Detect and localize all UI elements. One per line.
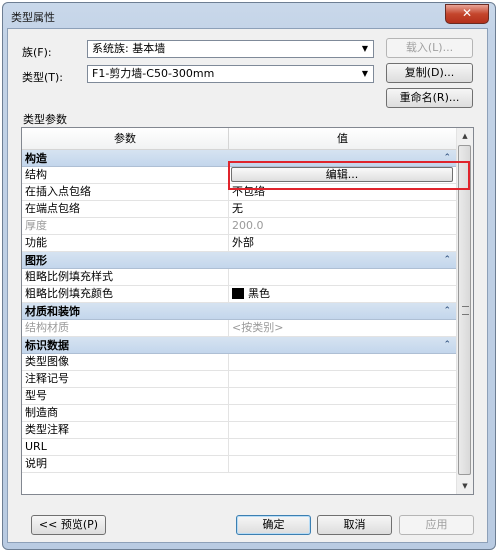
- scroll-thumb[interactable]: [458, 145, 471, 475]
- property-name: 结构材质: [22, 320, 229, 336]
- grid-rows: 构造 ⌃ 结构 编辑... 在插入点包络 不包络 在端点包络无厚度 200.0 功能 外部 图形 ⌃ 粗…: [22, 150, 457, 473]
- property-value[interactable]: [229, 269, 457, 285]
- property-value[interactable]: [229, 388, 457, 404]
- property-row[interactable]: 型号: [22, 388, 457, 405]
- property-row[interactable]: 类型图像: [22, 354, 457, 371]
- group-header[interactable]: 材质和装饰 ⌃: [22, 303, 457, 320]
- duplicate-button[interactable]: 复制(D)...: [386, 63, 473, 83]
- title-bar[interactable]: 类型属性 ✕: [3, 3, 495, 29]
- property-row[interactable]: 在端点包络无: [22, 201, 457, 218]
- property-value-text: 外部: [232, 236, 254, 249]
- property-row[interactable]: 厚度 200.0: [22, 218, 457, 235]
- chevron-down-icon: ▼: [361, 44, 369, 53]
- property-value-text: 不包络: [232, 185, 265, 198]
- property-value[interactable]: [229, 456, 457, 472]
- property-name: 粗略比例填充样式: [22, 269, 229, 285]
- property-row[interactable]: 类型注释: [22, 422, 457, 439]
- property-value-text: 黑色: [248, 287, 270, 300]
- scroll-down-icon[interactable]: ▼: [457, 478, 473, 494]
- property-name: 在端点包络: [22, 201, 229, 217]
- family-select-value: 系统族: 基本墙: [92, 42, 166, 55]
- group-name: 构造: [25, 152, 47, 165]
- column-header-param[interactable]: 参数: [22, 128, 229, 150]
- property-row[interactable]: URL: [22, 439, 457, 456]
- property-name: 类型图像: [22, 354, 229, 370]
- properties-grid: 参数 值 构造 ⌃ 结构 编辑... 在插入点包络 不包络 在端点包络无厚度 200.0 功能外…: [21, 127, 474, 495]
- cancel-button[interactable]: 取消: [317, 515, 392, 535]
- family-select[interactable]: 系统族: 基本墙 ▼: [87, 40, 374, 58]
- property-row[interactable]: 粗略比例填充样式: [22, 269, 457, 286]
- ok-button[interactable]: 确定: [236, 515, 311, 535]
- property-name: 在插入点包络: [22, 184, 229, 200]
- scroll-up-icon[interactable]: ▲: [457, 128, 473, 144]
- property-value[interactable]: 黑色: [229, 286, 457, 302]
- property-value[interactable]: <按类别>: [229, 320, 457, 336]
- property-name: URL: [22, 439, 229, 455]
- property-name: 说明: [22, 456, 229, 472]
- property-value-text: <按类别>: [232, 321, 284, 334]
- type-select[interactable]: F1-剪力墙-C50-300mm ▼: [87, 65, 374, 83]
- property-value[interactable]: [229, 371, 457, 387]
- group-name: 标识数据: [25, 339, 69, 352]
- collapse-icon[interactable]: ⌃: [443, 252, 451, 269]
- property-row[interactable]: 功能 外部: [22, 235, 457, 252]
- property-row[interactable]: 粗略比例填充颜色 黑色: [22, 286, 457, 303]
- property-value[interactable]: 外部: [229, 235, 457, 251]
- property-row[interactable]: 结构材质 <按类别>: [22, 320, 457, 337]
- collapse-icon[interactable]: ⌃: [443, 303, 451, 320]
- property-name: 制造商: [22, 405, 229, 421]
- property-value[interactable]: [229, 439, 457, 455]
- vertical-scrollbar[interactable]: ▲ ▼: [456, 128, 473, 494]
- property-row[interactable]: 说明: [22, 456, 457, 473]
- property-name: 类型注释: [22, 422, 229, 438]
- property-row[interactable]: 注释记号: [22, 371, 457, 388]
- grip-icon: [462, 306, 469, 315]
- property-name: 注释记号: [22, 371, 229, 387]
- grid-header: 参数 值: [22, 128, 457, 150]
- color-swatch: [232, 288, 244, 299]
- property-name: 粗略比例填充颜色: [22, 286, 229, 302]
- load-button[interactable]: 载入(L)...: [386, 38, 473, 58]
- column-header-value[interactable]: 值: [229, 128, 457, 150]
- property-value-text: 200.0: [232, 219, 264, 232]
- group-header[interactable]: 图形 ⌃: [22, 252, 457, 269]
- type-label: 类型(T):: [22, 71, 64, 84]
- property-value[interactable]: [229, 354, 457, 370]
- apply-button[interactable]: 应用: [399, 515, 474, 535]
- property-value[interactable]: 不包络: [229, 184, 457, 200]
- property-row[interactable]: 结构 编辑...: [22, 167, 457, 184]
- group-name: 材质和装饰: [25, 305, 80, 318]
- property-value[interactable]: 无: [229, 201, 457, 217]
- property-value[interactable]: [229, 422, 457, 438]
- chevron-down-icon: ▼: [361, 69, 369, 78]
- collapse-icon[interactable]: ⌃: [443, 150, 451, 167]
- rename-button[interactable]: 重命名(R)...: [386, 88, 473, 108]
- edit-structure-button[interactable]: 编辑...: [231, 167, 453, 182]
- property-name: 功能: [22, 235, 229, 251]
- property-value-text: 无: [232, 202, 243, 215]
- group-header[interactable]: 构造 ⌃: [22, 150, 457, 167]
- property-row[interactable]: 制造商: [22, 405, 457, 422]
- property-row[interactable]: 在插入点包络 不包络: [22, 184, 457, 201]
- collapse-icon[interactable]: ⌃: [443, 337, 451, 354]
- family-label: 族(F):: [22, 46, 52, 59]
- preview-button[interactable]: << 预览(P): [31, 515, 106, 535]
- group-name: 图形: [25, 254, 47, 267]
- property-name: 型号: [22, 388, 229, 404]
- close-button[interactable]: ✕: [445, 4, 489, 24]
- property-value[interactable]: 200.0: [229, 218, 457, 234]
- property-name: 结构: [22, 167, 229, 183]
- type-params-label: 类型参数: [23, 113, 67, 126]
- property-value[interactable]: [229, 405, 457, 421]
- group-header[interactable]: 标识数据 ⌃: [22, 337, 457, 354]
- window-title: 类型属性: [11, 11, 55, 24]
- property-name: 厚度: [22, 218, 229, 234]
- property-value[interactable]: 编辑...: [229, 167, 457, 183]
- type-select-value: F1-剪力墙-C50-300mm: [92, 67, 215, 80]
